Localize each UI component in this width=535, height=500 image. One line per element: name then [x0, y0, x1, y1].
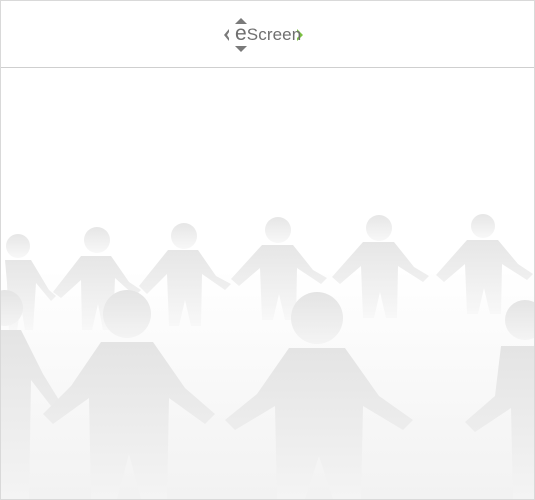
escreen-logo[interactable]: eScreen	[223, 18, 305, 52]
logo-wordmark: eScreen	[235, 22, 302, 45]
logo-screen: Screen	[246, 25, 302, 44]
paper-people-icon	[1, 68, 534, 499]
logo-e: e	[235, 22, 247, 45]
window-frame: eScreen	[0, 0, 535, 500]
chevron-left-icon	[224, 29, 229, 41]
hero-illustration	[1, 68, 534, 499]
header-bar: eScreen	[1, 1, 534, 68]
